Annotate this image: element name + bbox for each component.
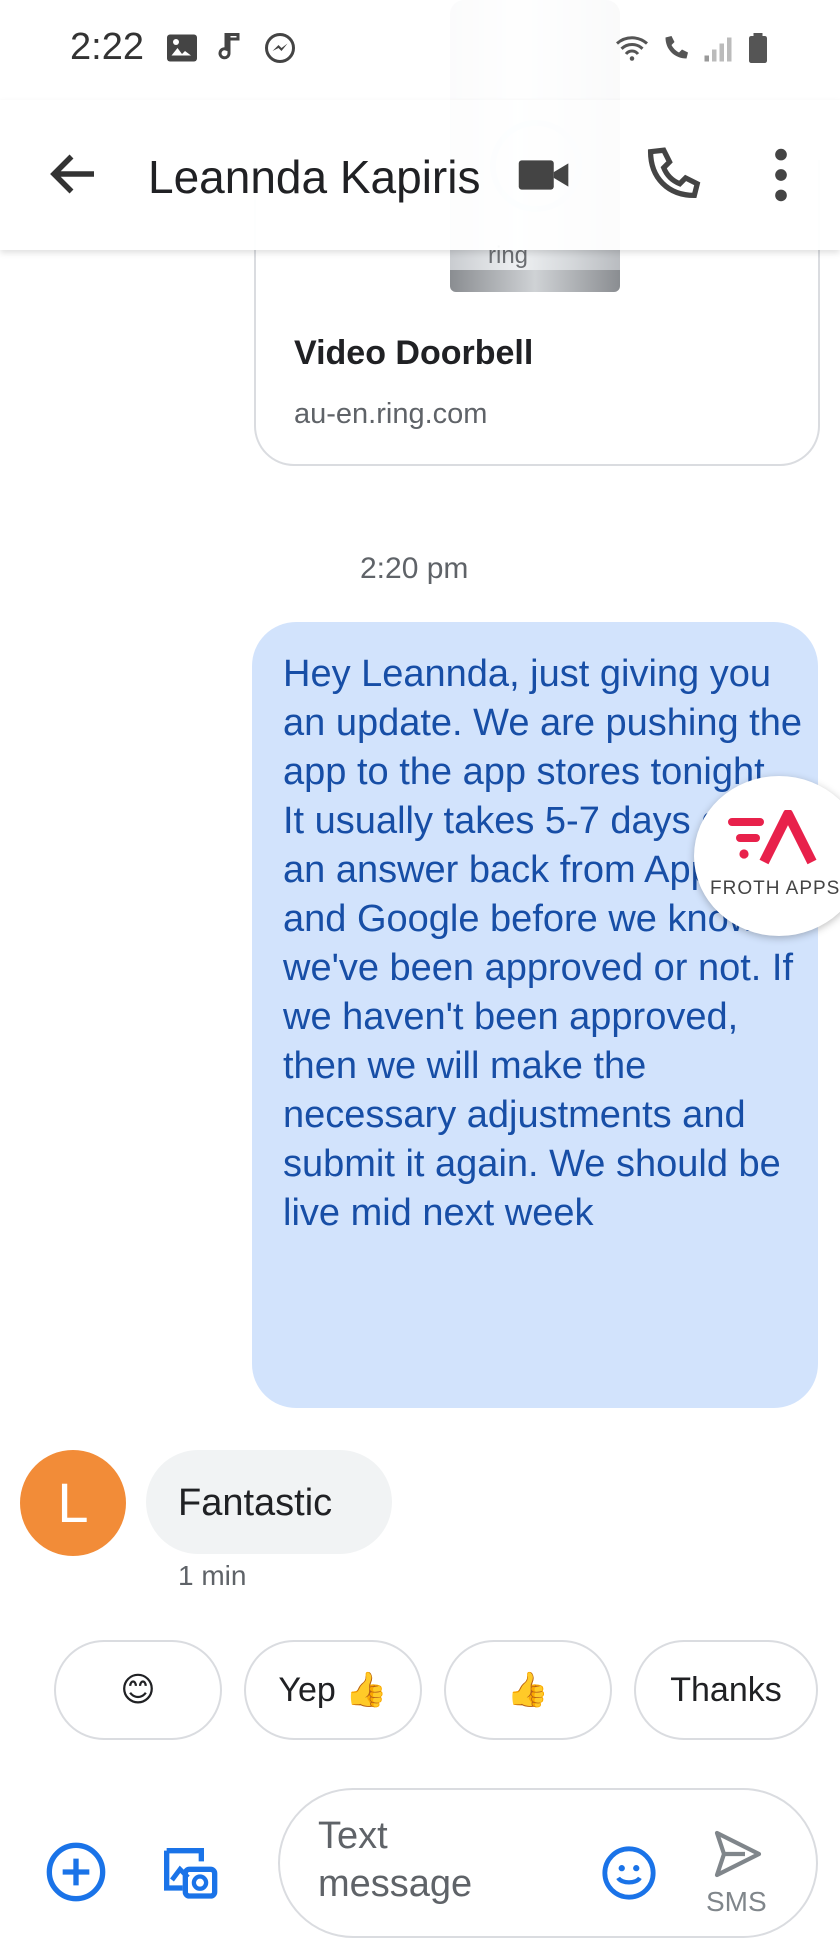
froth-logo-icon	[728, 810, 817, 865]
more-options-icon[interactable]	[746, 140, 816, 210]
smart-reply-smile[interactable]: 😊	[54, 1640, 222, 1740]
video-call-icon[interactable]	[510, 140, 580, 210]
image-icon	[167, 34, 197, 62]
conversation-app-bar: Leannda Kapiris	[0, 100, 840, 250]
wifi-icon	[616, 36, 648, 61]
message-timestamp: 2:20 pm	[360, 552, 469, 585]
wifi-calling-icon	[665, 36, 688, 59]
smart-reply-yep[interactable]: Yep 👍	[244, 1640, 422, 1740]
froth-apps-label: FROTH APPS	[710, 878, 840, 899]
doorbell-base-graphic	[450, 270, 620, 292]
back-arrow-icon[interactable]	[44, 144, 104, 204]
smart-reply-thanks[interactable]: Thanks	[634, 1640, 818, 1740]
text-message-placeholder: Text message	[318, 1815, 473, 1905]
gallery-camera-icon[interactable]	[156, 1840, 220, 1904]
outgoing-message-text: Hey Leannda, just giving you an update. …	[283, 653, 803, 1234]
link-preview-domain: au-en.ring.com	[294, 398, 488, 430]
messenger-icon	[265, 33, 295, 63]
emoji-icon[interactable]	[600, 1844, 658, 1902]
music-note-icon	[218, 33, 240, 60]
add-attachment-icon[interactable]	[44, 1840, 108, 1904]
status-time: 2:22	[70, 26, 144, 68]
incoming-message-text: Fantastic	[178, 1482, 333, 1524]
link-preview-title: Video Doorbell	[294, 334, 534, 372]
contact-avatar[interactable]: L	[20, 1450, 126, 1556]
incoming-message-time: 1 min	[178, 1560, 247, 1591]
send-icon[interactable]	[708, 1826, 768, 1882]
phone-icon[interactable]	[636, 140, 706, 210]
status-bar: 2:22	[0, 0, 840, 100]
battery-icon	[749, 33, 767, 63]
signal-icon	[704, 37, 732, 62]
sms-label: SMS	[706, 1886, 767, 1917]
contact-name[interactable]: Leannda Kapiris	[148, 150, 480, 204]
smart-reply-thumbs-up[interactable]: 👍	[444, 1640, 612, 1740]
